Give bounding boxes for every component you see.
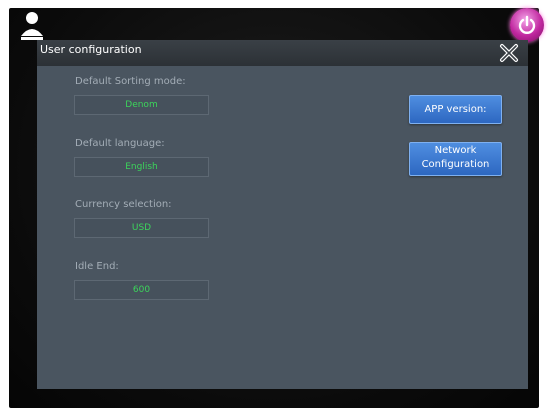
window-title: User configuration	[40, 43, 142, 56]
language-field[interactable]: English	[74, 157, 209, 177]
power-icon	[518, 15, 536, 34]
language-label: Default language:	[75, 138, 165, 149]
idle-end-field[interactable]: 600	[74, 280, 209, 300]
network-button-line1: Network	[434, 145, 477, 156]
sorting-mode-label: Default Sorting mode:	[75, 76, 186, 87]
idle-end-label: Idle End:	[75, 261, 119, 272]
sorting-mode-field[interactable]: Denom	[74, 95, 209, 115]
network-button-line2: Configuration	[421, 159, 490, 170]
network-configuration-button[interactable]: Network Configuration	[409, 142, 502, 176]
currency-field[interactable]: USD	[74, 218, 209, 238]
close-icon[interactable]	[498, 42, 520, 64]
power-button[interactable]	[510, 8, 544, 42]
app-version-button[interactable]: APP version:	[409, 95, 502, 124]
currency-label: Currency selection:	[75, 199, 172, 210]
